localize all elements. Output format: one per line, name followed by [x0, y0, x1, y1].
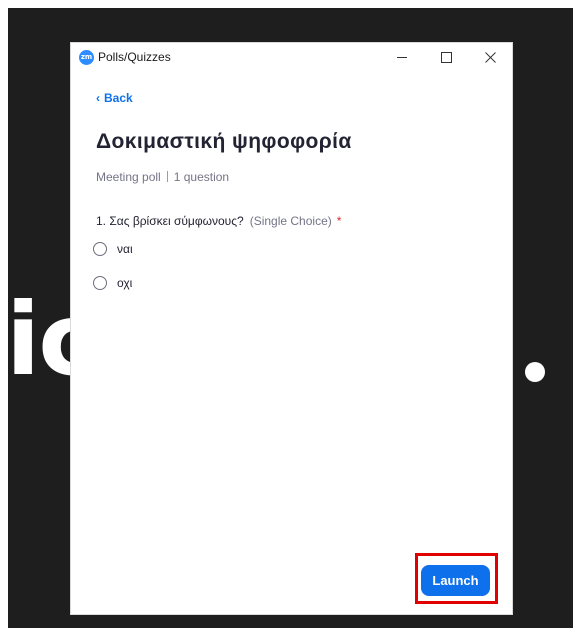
question-type: (Single Choice) — [249, 214, 332, 228]
close-button[interactable] — [468, 43, 512, 71]
back-button[interactable]: ‹ Back — [96, 91, 133, 105]
minimize-icon — [397, 56, 407, 58]
question-text: 1. Σας βρίσκει σύμφωνους? — [96, 214, 244, 228]
question-text-row: 1. Σας βρίσκει σύμφωνους? (Single Choice)… — [96, 213, 341, 229]
zoom-logo-icon: zm — [79, 50, 94, 65]
minimize-button[interactable] — [380, 43, 424, 71]
poll-title: Δοκιμαστική ψηφοφορία — [96, 130, 352, 153]
maximize-icon — [440, 51, 452, 63]
radio-button-icon[interactable] — [93, 242, 107, 256]
title-bar[interactable]: zm Polls/Quizzes — [71, 43, 512, 71]
background-dot — [525, 362, 545, 382]
poll-type: Meeting poll — [96, 170, 161, 184]
option-no[interactable]: οχι — [93, 276, 132, 290]
required-mark: * — [336, 214, 342, 228]
poll-meta: Meeting poll 1 question — [96, 169, 229, 185]
question-count: 1 question — [173, 170, 230, 184]
window-title: Polls/Quizzes — [98, 50, 171, 64]
launch-button[interactable]: Launch — [421, 565, 490, 596]
poll-content: ‹ Back Δοκιμαστική ψηφοφορία Meeting poll… — [71, 71, 512, 614]
option-label: οχι — [117, 276, 133, 290]
screen: ic zm Polls/Quizzes ‹ Back Δοκιμαστική ψ… — [0, 0, 573, 628]
close-icon — [484, 51, 496, 63]
option-label: ναι — [117, 242, 133, 256]
maximize-button[interactable] — [424, 43, 468, 71]
radio-button-icon[interactable] — [93, 276, 107, 290]
back-label: Back — [104, 91, 133, 105]
polls-window: zm Polls/Quizzes ‹ Back Δοκιμαστική ψηφοφ… — [71, 43, 512, 614]
chevron-left-icon: ‹ — [96, 91, 100, 105]
option-yes[interactable]: ναι — [93, 242, 133, 256]
meta-divider — [166, 171, 168, 182]
